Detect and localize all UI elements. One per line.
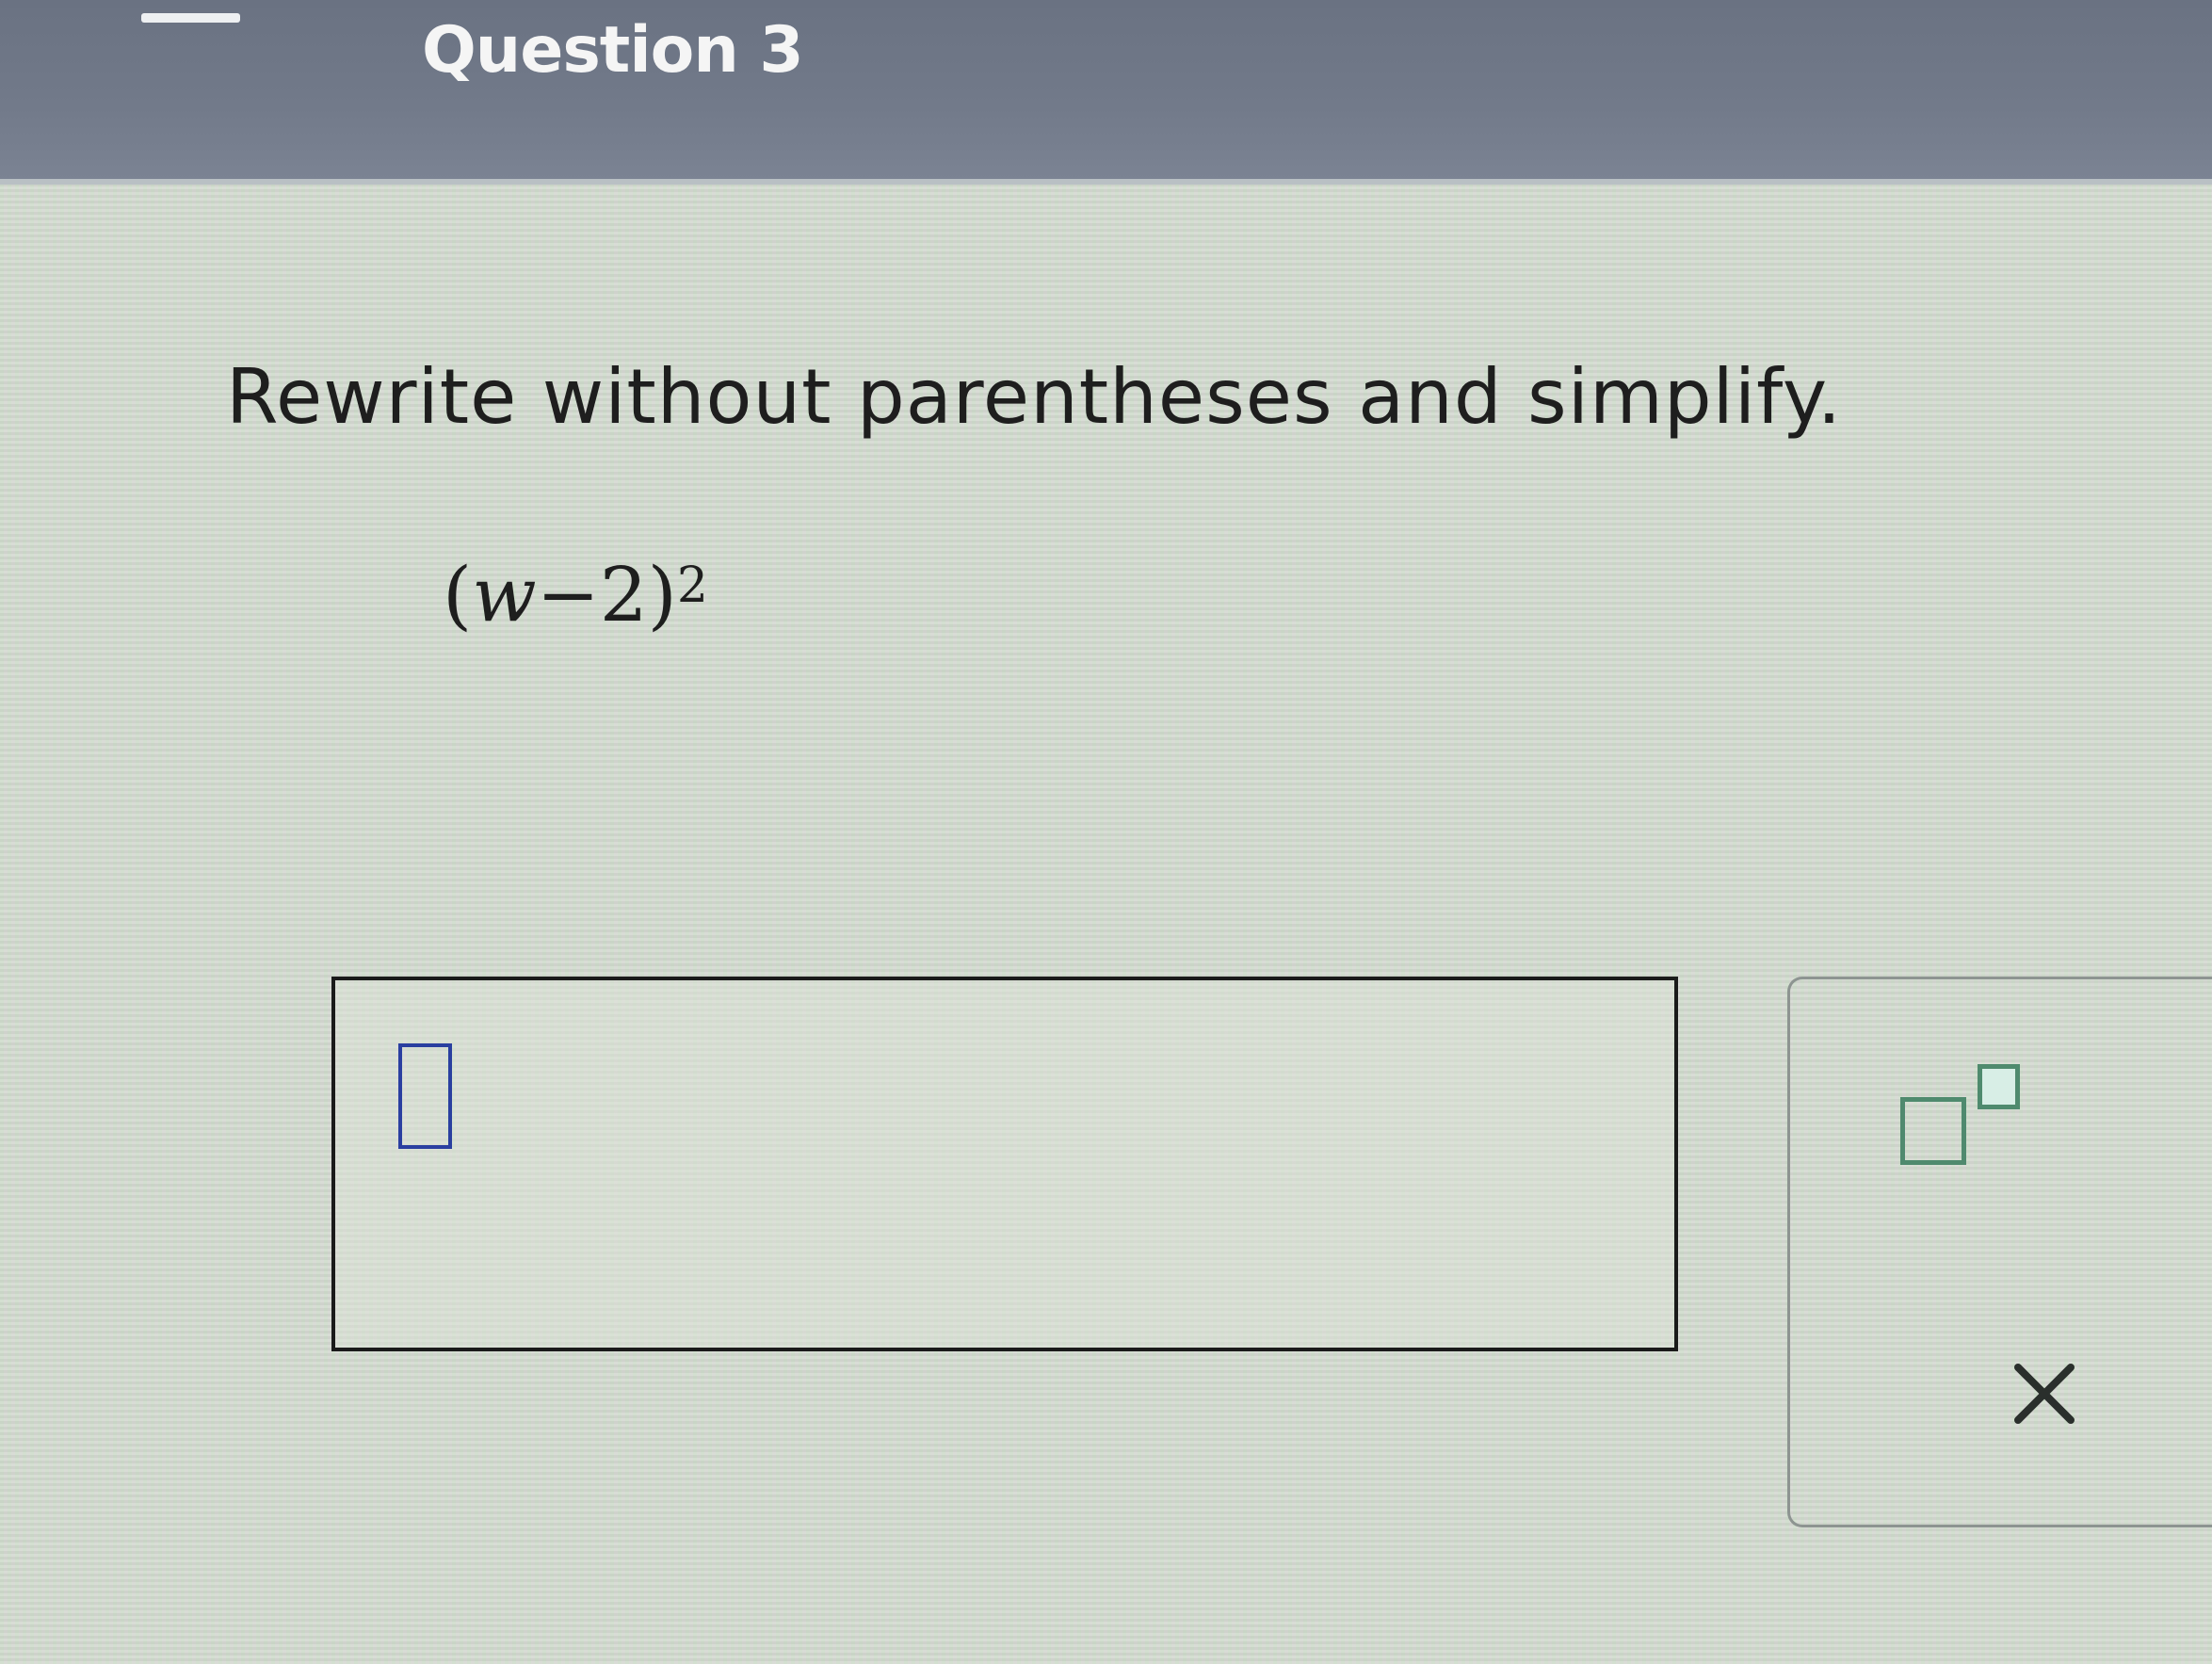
expression-exponent: 2	[676, 557, 708, 614]
clear-button[interactable]	[2007, 1356, 2082, 1431]
math-expression: (w−2)2	[443, 551, 708, 638]
exponent-button[interactable]	[1900, 1064, 2020, 1168]
math-toolbox	[1787, 977, 2212, 1527]
question-instruction: Rewrite without parentheses and simplify…	[226, 353, 1843, 441]
close-paren: )	[647, 551, 677, 638]
answer-cursor-placeholder[interactable]	[398, 1043, 452, 1149]
menu-dash-icon	[141, 13, 240, 23]
header-bar: Question 3	[0, 0, 2212, 185]
close-icon	[2014, 1364, 2075, 1424]
exponent-superscript-icon	[1978, 1064, 2020, 1109]
exponent-icon	[1900, 1097, 1966, 1165]
expression-operator: −	[536, 551, 600, 638]
question-title: Question 3	[422, 13, 804, 88]
answer-input[interactable]	[331, 977, 1678, 1351]
open-paren: (	[443, 551, 473, 638]
expression-variable: w	[472, 551, 537, 638]
expression-constant: 2	[599, 551, 648, 638]
